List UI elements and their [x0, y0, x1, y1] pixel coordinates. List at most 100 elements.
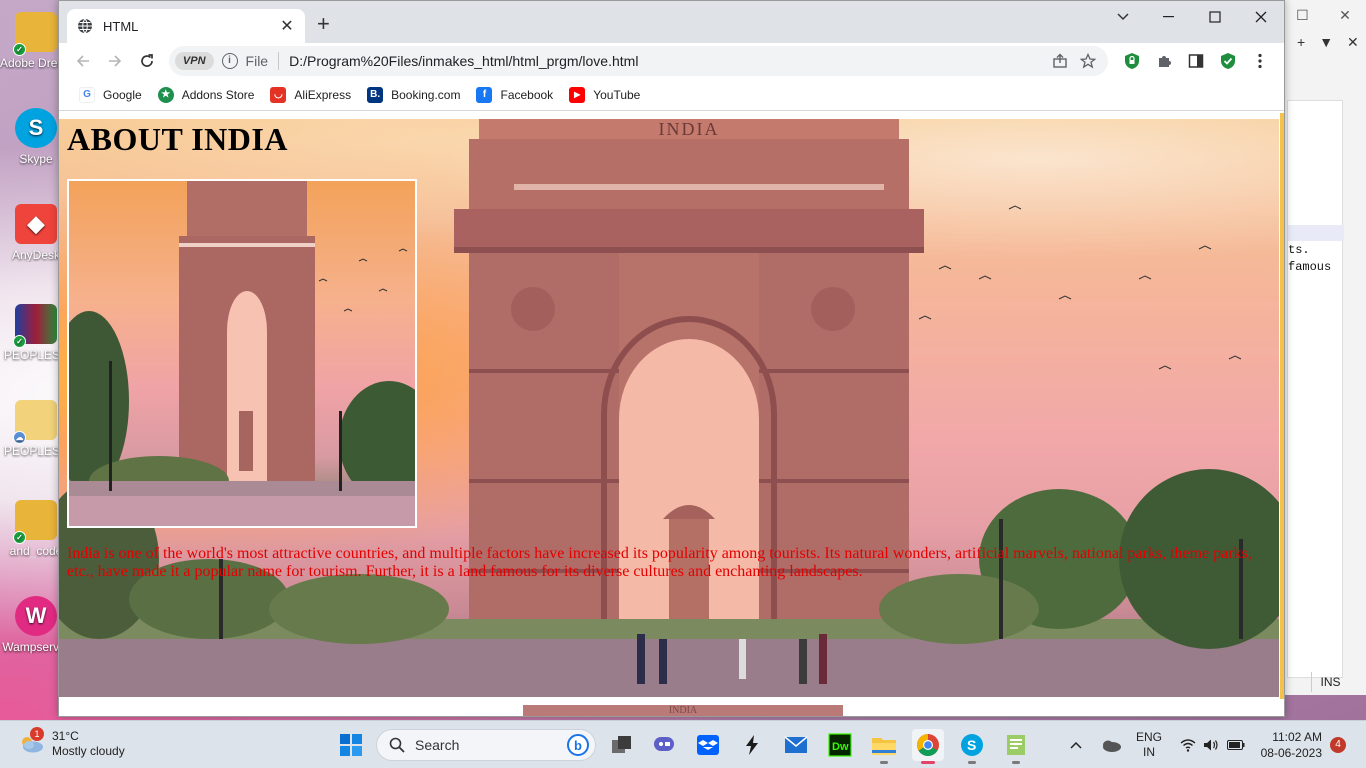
bookmark-google[interactable]: G Google	[71, 81, 150, 109]
taskbar-skype[interactable]: S	[956, 729, 988, 764]
youtube-icon: ▶	[569, 86, 586, 103]
editor-titlebar: ☐ ✕	[1281, 0, 1366, 30]
page-title: ABOUT INDIA	[67, 121, 288, 157]
taskbar-search-box[interactable]: Search b	[376, 729, 596, 761]
url-text[interactable]: D:/Program%20Files/inmakes_html/html_prg…	[289, 53, 1046, 69]
bookmark-facebook[interactable]: f Facebook	[468, 81, 561, 109]
bing-icon[interactable]: b	[567, 734, 589, 756]
editor-line: ts.	[1288, 243, 1310, 257]
taskbar-dreamweaver[interactable]: Dw	[824, 729, 856, 761]
svg-text:Dw: Dw	[832, 741, 849, 753]
google-icon: G	[79, 86, 95, 103]
monument-inscription: INDIA	[658, 119, 720, 139]
adblock-shield-icon[interactable]	[1212, 45, 1244, 77]
tab-html[interactable]: HTML ✕	[67, 9, 305, 43]
forward-button[interactable]	[99, 45, 131, 77]
taskbar-task-view[interactable]	[606, 729, 638, 761]
reload-button[interactable]	[131, 45, 163, 77]
volume-tray[interactable]	[1203, 721, 1219, 768]
bookmark-label: Addons Store	[181, 87, 255, 102]
address-bar[interactable]: VPN i File D:/Program%20Files/inmakes_ht…	[168, 46, 1109, 76]
bookmarks-bar: G Google ★ Addons Store ◡ AliExpress B. …	[59, 79, 1284, 111]
taskbar-chrome[interactable]	[912, 729, 944, 764]
mail-icon	[784, 736, 808, 753]
bookmark-label: Google	[103, 87, 142, 102]
side-panel-icon[interactable]	[1180, 45, 1212, 77]
wifi-icon	[1180, 739, 1196, 752]
taskbar-notepad-plus[interactable]	[1000, 729, 1032, 764]
page-overflow-strip: INDIA	[59, 705, 1284, 716]
weather-description: Mostly cloudy	[52, 744, 125, 758]
extensions-puzzle-icon[interactable]	[1148, 45, 1180, 77]
wifi-tray[interactable]	[1180, 721, 1196, 768]
weather-widget[interactable]: 1 31°C Mostly cloudy	[18, 727, 125, 759]
minimize-button[interactable]	[1146, 1, 1192, 33]
editor-text-area[interactable]: ts. famous	[1287, 100, 1344, 678]
taskbar-chat[interactable]	[648, 729, 680, 761]
notepad-icon	[1007, 735, 1025, 755]
browser-menu-icon[interactable]	[1244, 45, 1276, 77]
globe-icon	[78, 18, 92, 34]
cloud-sync-icon: ☁	[13, 431, 26, 444]
weather-temperature: 31°C	[52, 729, 79, 743]
bookmark-booking[interactable]: B. Booking.com	[359, 81, 468, 109]
winrar-archive-icon: ✓	[13, 304, 57, 348]
folder-icon: ✓	[13, 12, 57, 56]
bookmark-aliexpress[interactable]: ◡ AliExpress	[262, 81, 359, 109]
reload-icon	[141, 54, 153, 67]
editor-toolbar: + ▼ ✕	[1281, 30, 1366, 54]
dropdown-icon[interactable]: ▼	[1319, 34, 1333, 50]
folder-icon	[872, 738, 896, 755]
wampserver-icon: W	[15, 596, 57, 636]
close-icon[interactable]: ✕	[1339, 7, 1351, 24]
maximize-icon[interactable]: ☐	[1296, 7, 1309, 24]
addons-store-icon: ★	[157, 86, 174, 103]
close-window-button[interactable]	[1238, 1, 1284, 33]
notification-count-badge[interactable]: 4	[1330, 737, 1346, 753]
battery-icon	[1227, 740, 1245, 750]
anydesk-icon: ◆	[15, 204, 57, 244]
add-tab-icon[interactable]: +	[1297, 34, 1305, 50]
bookmark-label: AliExpress	[294, 87, 352, 102]
search-icon	[389, 737, 405, 753]
vpn-badge[interactable]: VPN	[174, 52, 214, 70]
bookmark-youtube[interactable]: ▶ YouTube	[561, 81, 648, 109]
clock-date: 08-06-2023	[1260, 746, 1322, 760]
folder-icon: ☁	[13, 400, 57, 444]
taskbar-dropbox[interactable]	[692, 729, 724, 761]
back-button[interactable]	[67, 45, 99, 77]
dropbox-icon	[697, 735, 719, 755]
battery-tray[interactable]	[1227, 721, 1245, 768]
site-info-icon[interactable]: i	[221, 53, 238, 69]
clock-time: 11:02 AM	[1272, 730, 1322, 744]
show-hidden-icons[interactable]	[1070, 721, 1082, 768]
maximize-button[interactable]	[1192, 1, 1238, 33]
task-view-icon	[612, 736, 631, 753]
vpn-extension-icon[interactable]	[1116, 45, 1148, 77]
windows-start-button[interactable]	[339, 733, 363, 757]
browser-toolbar: VPN i File D:/Program%20Files/inmakes_ht…	[59, 43, 1284, 79]
taskbar-app-bolt[interactable]	[736, 729, 768, 761]
sync-check-icon: ✓	[13, 43, 26, 56]
language-indicator[interactable]: ENG IN	[1136, 721, 1162, 768]
share-icon[interactable]	[1046, 53, 1074, 69]
editor-line: famous	[1288, 260, 1332, 274]
close-tab-icon[interactable]: ✕	[279, 16, 295, 36]
taskbar-mail[interactable]	[780, 729, 812, 761]
sync-check-icon: ✓	[13, 531, 26, 544]
taskbar-file-explorer[interactable]	[868, 729, 900, 764]
tab-search-icon[interactable]	[1100, 1, 1146, 33]
current-line-highlight	[1288, 225, 1344, 241]
aliexpress-icon: ◡	[270, 86, 287, 103]
bookmark-addons-store[interactable]: ★ Addons Store	[150, 81, 263, 109]
close-icon[interactable]: ✕	[1347, 34, 1359, 51]
skype-icon: S	[961, 734, 983, 756]
bookmark-label: YouTube	[593, 87, 641, 102]
svg-text:S: S	[967, 737, 976, 753]
new-tab-button[interactable]: +	[317, 13, 330, 35]
bookmark-star-icon[interactable]	[1074, 53, 1102, 69]
onedrive-tray[interactable]	[1100, 721, 1122, 768]
system-clock[interactable]: 11:02 AM 08-06-2023	[1256, 729, 1322, 761]
chrome-icon	[917, 734, 939, 756]
speaker-icon	[1204, 739, 1218, 751]
